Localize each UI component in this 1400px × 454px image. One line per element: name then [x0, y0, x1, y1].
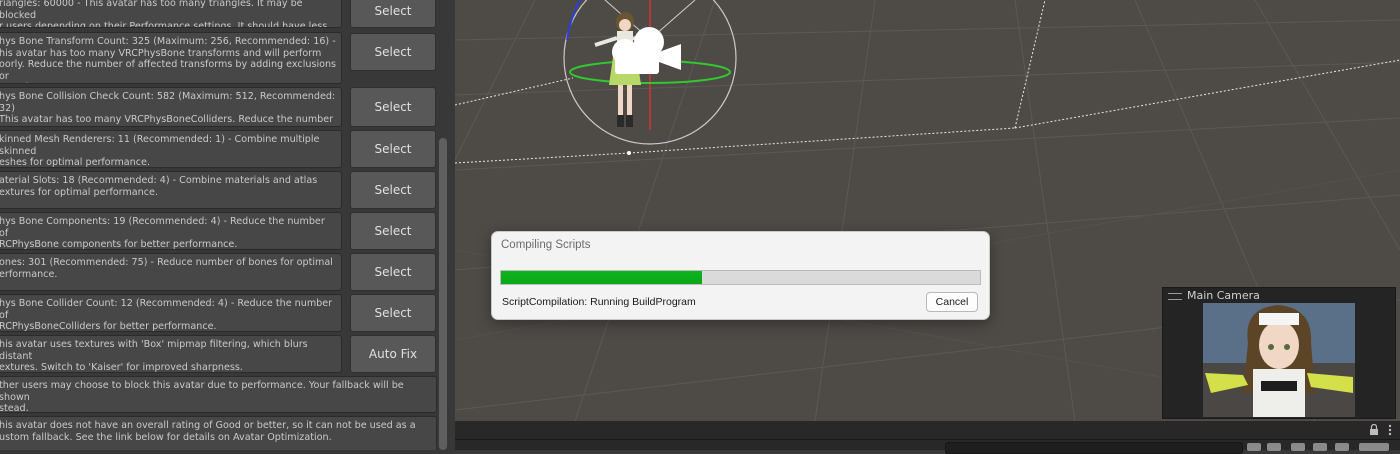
warning-message: hys Bone Collision Check Count: 582 (Max… [0, 87, 342, 127]
warning-message: hys Bone Components: 19 (Recommended: 4)… [0, 212, 342, 250]
warning-row: kinned Mesh Renderers: 11 (Recommended: … [0, 130, 438, 168]
bottom-toolbar [455, 421, 1400, 454]
notice-row: ther users may choose to block this avat… [0, 376, 438, 413]
scrollbar-thumb[interactable] [439, 138, 447, 450]
dialog-status: ScriptCompilation: Running BuildProgram [502, 296, 696, 308]
search-input[interactable] [945, 442, 1243, 454]
warning-row: hys Bone Collision Check Count: 582 (Max… [0, 87, 438, 127]
auto-fix-button[interactable]: Auto Fix [350, 335, 436, 373]
warning-row: his avatar uses textures with 'Box' mipm… [0, 335, 438, 373]
warning-message: kinned Mesh Renderers: 11 (Recommended: … [0, 130, 342, 168]
select-button[interactable]: Select [350, 253, 436, 291]
cancel-button[interactable]: Cancel [926, 292, 978, 312]
warning-row: ones: 301 (Recommended: 75) - Reduce num… [0, 253, 438, 291]
notice-message: ther users may choose to block this avat… [0, 376, 437, 413]
camera-preview-title: Main Camera [1187, 289, 1260, 302]
warning-message: his avatar uses textures with 'Box' mipm… [0, 335, 342, 373]
camera-preview-image [1203, 303, 1355, 417]
warning-message: riangles: 60000 - This avatar has too ma… [0, 0, 342, 28]
warning-message: hys Bone Collider Count: 12 (Recommended… [0, 294, 342, 332]
notice-message: his avatar does not have an overall rati… [0, 416, 437, 450]
dialog-title: Compiling Scripts [501, 239, 591, 251]
progress-fill [501, 271, 703, 284]
camera-preview: Main Camera [1162, 287, 1396, 419]
select-button[interactable]: Select [350, 0, 436, 28]
more-options-icon[interactable] [1387, 424, 1393, 436]
select-button[interactable]: Select [350, 171, 436, 209]
divider [455, 439, 1400, 440]
drag-handle-icon[interactable] [1168, 293, 1182, 300]
progress-bar [500, 270, 981, 285]
warning-row: riangles: 60000 - This avatar has too ma… [0, 0, 438, 28]
warning-message: aterial Slots: 18 (Recommended: 4) - Com… [0, 171, 342, 209]
lock-icon[interactable] [1369, 424, 1379, 436]
notice-row: his avatar does not have an overall rati… [0, 416, 438, 450]
warning-row: hys Bone Components: 19 (Recommended: 4)… [0, 212, 438, 250]
warning-row: hys Bone Transform Count: 325 (Maximum: … [0, 32, 438, 84]
select-button[interactable]: Select [350, 130, 436, 168]
camera-preview-header[interactable]: Main Camera [1163, 288, 1395, 302]
select-button[interactable]: Select [350, 212, 436, 250]
select-button[interactable]: Select [350, 33, 436, 71]
warning-message: ones: 301 (Recommended: 75) - Reduce num… [0, 253, 342, 291]
camera-frustum [455, 0, 1400, 164]
warning-row: aterial Slots: 18 (Recommended: 4) - Com… [0, 171, 438, 209]
compiling-scripts-dialog: Compiling Scripts ScriptCompilation: Run… [491, 231, 990, 320]
validation-panel: riangles: 60000 - This avatar has too ma… [0, 0, 455, 450]
warning-message: hys Bone Transform Count: 325 (Maximum: … [0, 32, 342, 84]
warning-row: hys Bone Collider Count: 12 (Recommended… [0, 294, 438, 332]
select-button[interactable]: Select [350, 294, 436, 332]
select-button[interactable]: Select [350, 87, 436, 127]
